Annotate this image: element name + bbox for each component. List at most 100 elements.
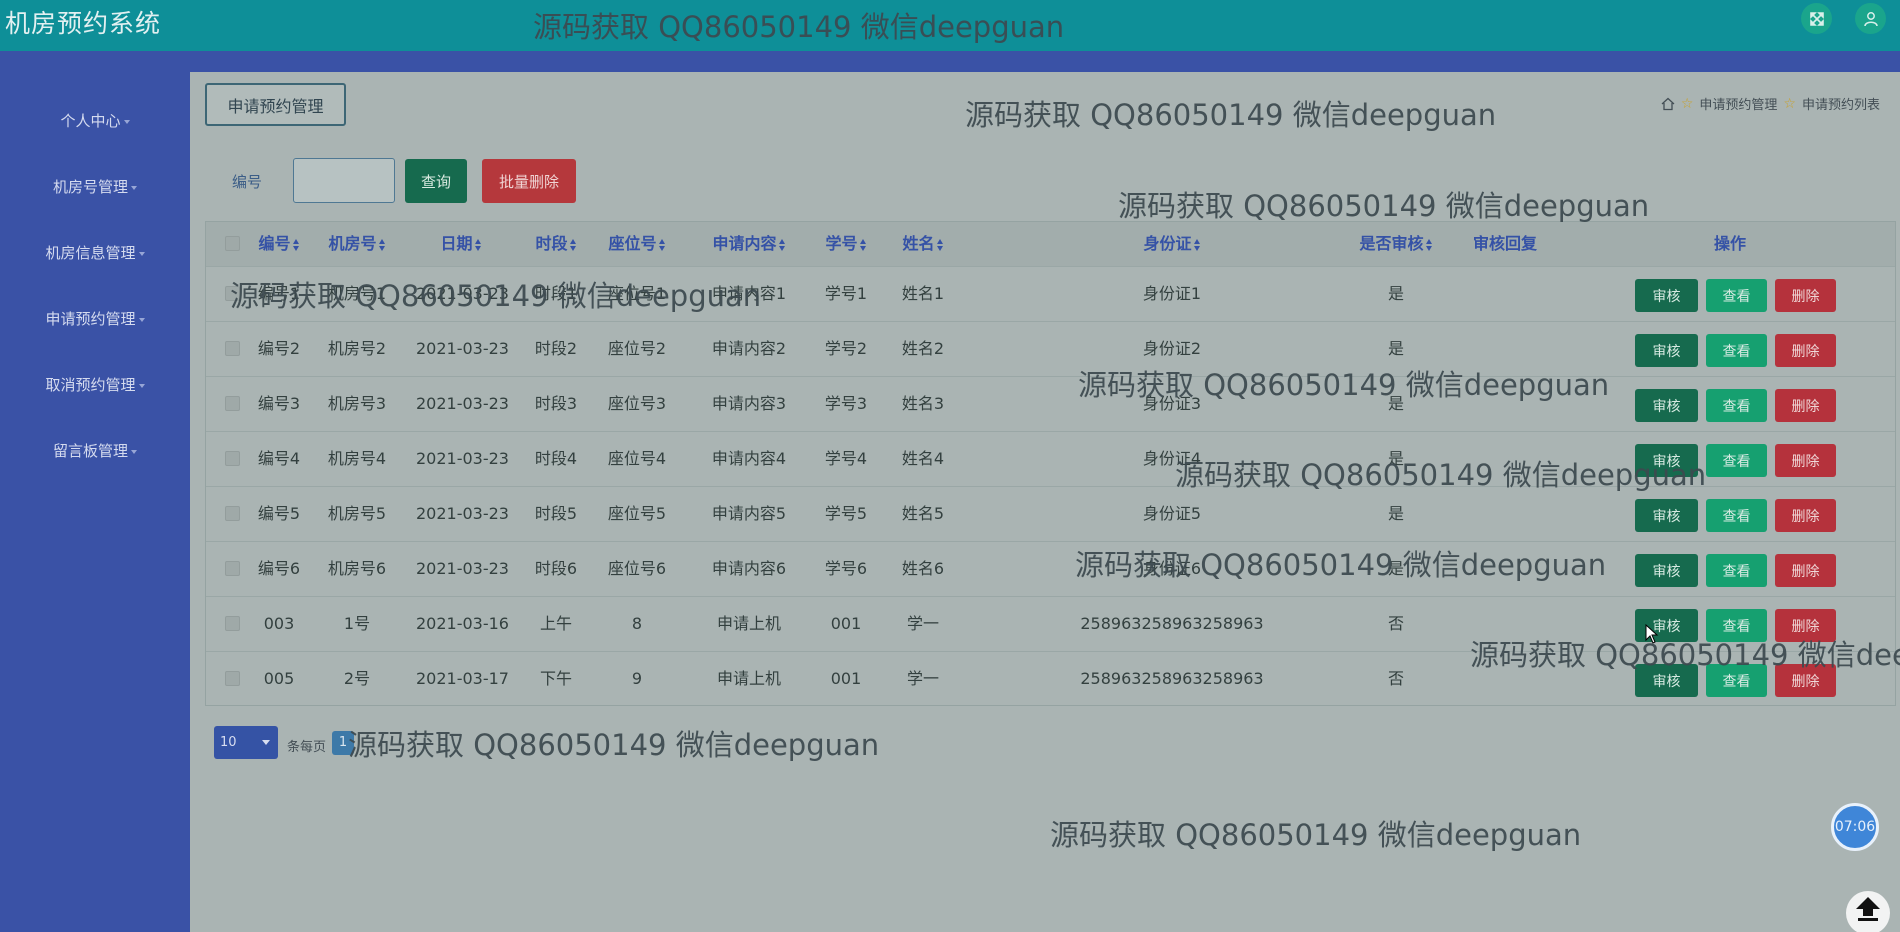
row-checkbox[interactable]: [225, 506, 240, 521]
sidebar: 个人中心 机房号管理 机房信息管理 申请预约管理 取消预约管理 留言板管理: [0, 51, 190, 932]
sort-icon: [778, 238, 786, 251]
column-header-content[interactable]: 申请内容: [694, 222, 804, 266]
sort-icon: [1193, 238, 1201, 251]
row-checkbox[interactable]: [225, 561, 240, 576]
view-button[interactable]: 查看: [1706, 499, 1767, 532]
audit-button[interactable]: 审核: [1635, 279, 1698, 312]
cell-reply: [1460, 267, 1550, 321]
cell-room: 机房号6: [327, 559, 387, 578]
cell-date: 2021-03-23: [416, 559, 509, 578]
sort-icon: [292, 238, 300, 251]
audit-button[interactable]: 审核: [1635, 554, 1698, 587]
sort-icon: [569, 238, 577, 251]
sidebar-item-booking-apply[interactable]: 申请预约管理: [0, 308, 190, 329]
cell-id: 编号2: [257, 339, 301, 358]
cell-name: 姓名1: [901, 284, 945, 303]
cell-seat: 9: [631, 669, 643, 688]
sidebar-item-message-board[interactable]: 留言板管理: [0, 440, 190, 461]
row-checkbox[interactable]: [225, 341, 240, 356]
watermark: 源码获取 QQ86050149 微信deepguan: [230, 279, 762, 313]
page-size-value: 10: [220, 735, 237, 750]
cell-period: 上午: [539, 614, 572, 633]
delete-button[interactable]: 删除: [1775, 279, 1836, 312]
column-header-student-no[interactable]: 学号: [811, 222, 881, 266]
cell-id: 005: [263, 669, 295, 688]
audit-button[interactable]: 审核: [1635, 334, 1698, 367]
chevron-down-icon: [138, 317, 145, 322]
cell-content: 申请内容4: [711, 449, 787, 468]
column-header-id-card[interactable]: 身份证: [1122, 222, 1222, 266]
column-header-name[interactable]: 姓名: [888, 222, 958, 266]
row-checkbox[interactable]: [225, 396, 240, 411]
cell-room: 机房号3: [327, 394, 387, 413]
watermark: 源码获取 QQ86050149 微信deepguan: [1118, 189, 1650, 223]
view-button[interactable]: 查看: [1706, 554, 1767, 587]
sort-icon: [1425, 238, 1433, 251]
cell-period: 时段4: [534, 449, 578, 468]
query-button[interactable]: 查询: [405, 159, 467, 203]
select-all-checkbox[interactable]: [225, 236, 240, 251]
watermark: 源码获取 QQ86050149 微信deepguan: [1050, 818, 1582, 852]
sidebar-item-label: 机房号管理: [52, 178, 128, 196]
cell-audited: 否: [1387, 669, 1404, 688]
home-icon[interactable]: [1661, 97, 1675, 111]
column-header-id[interactable]: 编号: [254, 222, 304, 266]
column-header-room[interactable]: 机房号: [316, 222, 398, 266]
cell-audited: 否: [1387, 614, 1404, 633]
breadcrumb: ☆ 申请预约管理 ☆ 申请预约列表: [1661, 94, 1880, 113]
view-button[interactable]: 查看: [1706, 389, 1767, 422]
cell-student-no: 001: [830, 669, 862, 688]
audit-button[interactable]: 审核: [1635, 389, 1698, 422]
sidebar-item-room-info[interactable]: 机房信息管理: [0, 242, 190, 263]
search-input[interactable]: [293, 158, 395, 203]
user-icon[interactable]: [1855, 3, 1886, 34]
delete-button[interactable]: 删除: [1775, 554, 1836, 587]
sidebar-item-label: 申请预约管理: [45, 310, 136, 328]
row-checkbox[interactable]: [225, 671, 240, 686]
column-header-seat[interactable]: 座位号: [592, 222, 682, 266]
row-checkbox[interactable]: [225, 616, 240, 631]
watermark: 源码获取 QQ86050149 微信deepguan: [1075, 548, 1607, 582]
cell-room: 1号: [343, 614, 371, 633]
column-header-date[interactable]: 日期: [416, 222, 506, 266]
page-size-select[interactable]: 10: [214, 726, 278, 759]
delete-button[interactable]: 删除: [1775, 334, 1836, 367]
sort-icon: [936, 238, 944, 251]
sidebar-item-room-number[interactable]: 机房号管理: [0, 176, 190, 197]
cell-name: 姓名3: [901, 394, 945, 413]
cell-room: 机房号4: [327, 449, 387, 468]
cell-student-no: 学号2: [824, 339, 868, 358]
cell-date: 2021-03-17: [416, 669, 509, 688]
view-button[interactable]: 查看: [1706, 444, 1767, 477]
cell-content: 申请内容6: [711, 559, 787, 578]
sort-icon: [859, 238, 867, 251]
delete-button[interactable]: 删除: [1775, 389, 1836, 422]
watermark: 源码获取 QQ86050149 微信deepguan: [1175, 458, 1707, 492]
table-row: 编号3 机房号3 2021-03-23 时段3 座位号3 申请内容3 学号3 姓名3 身份证3 是…: [206, 376, 1895, 431]
column-header-period[interactable]: 时段: [526, 222, 586, 266]
sidebar-item-personal-center[interactable]: 个人中心: [0, 110, 190, 131]
cell-id-card: 258963258963258963: [1080, 669, 1264, 688]
batch-delete-button[interactable]: 批量删除: [482, 159, 576, 203]
view-button[interactable]: 查看: [1706, 279, 1767, 312]
cell-id-card: 身份证5: [1142, 504, 1202, 523]
column-header-audited[interactable]: 是否审核: [1351, 222, 1441, 266]
back-to-top-button[interactable]: [1846, 891, 1890, 932]
cell-date: 2021-03-16: [416, 614, 509, 633]
breadcrumb-level1[interactable]: 申请预约管理: [1699, 94, 1777, 113]
sidebar-item-label: 机房信息管理: [45, 244, 136, 262]
sort-icon: [378, 238, 386, 251]
audit-button[interactable]: 审核: [1635, 499, 1698, 532]
cell-student-no: 学号3: [824, 394, 868, 413]
delete-button[interactable]: 删除: [1775, 499, 1836, 532]
clock-widget[interactable]: 07:06: [1831, 803, 1879, 851]
chevron-down-icon: [262, 740, 270, 745]
cell-content: 申请上机: [716, 669, 781, 688]
expand-arrows-icon[interactable]: [1801, 3, 1832, 34]
cell-seat: 8: [631, 614, 643, 633]
delete-button[interactable]: 删除: [1775, 444, 1836, 477]
row-checkbox[interactable]: [225, 451, 240, 466]
section-title: 申请预约管理: [205, 83, 346, 126]
view-button[interactable]: 查看: [1706, 334, 1767, 367]
sidebar-item-booking-cancel[interactable]: 取消预约管理: [0, 374, 190, 395]
